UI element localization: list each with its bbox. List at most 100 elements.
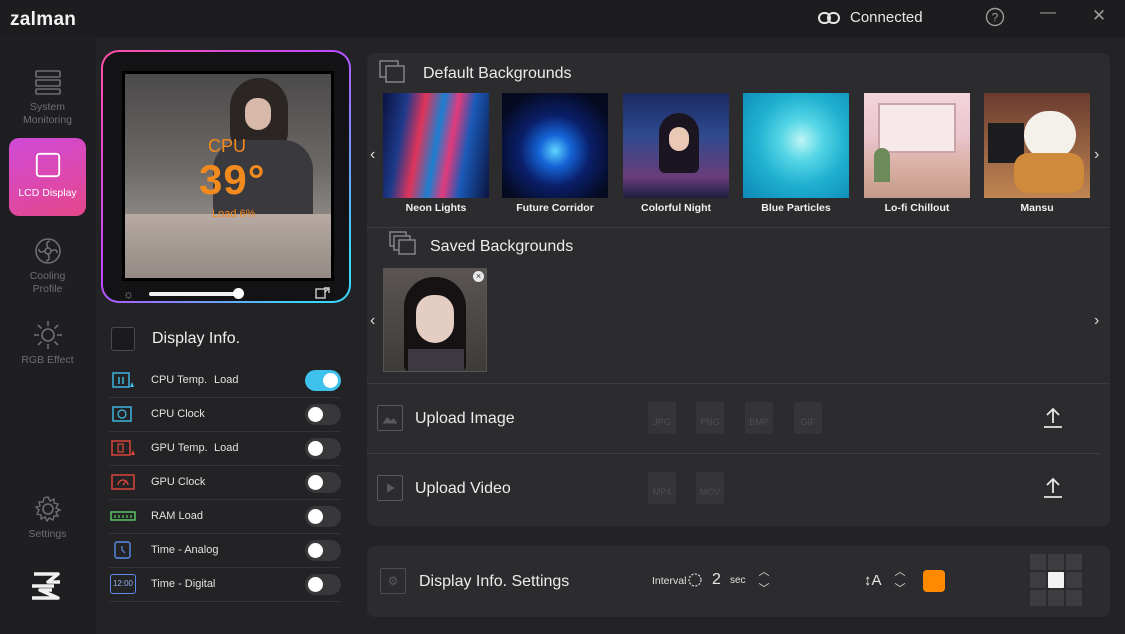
gpu-temp-toggle[interactable] [305,438,341,459]
gpu-clock-toggle[interactable] [305,472,341,493]
saved-backgrounds-icon [389,231,416,255]
upload-video-icon [377,475,403,501]
section-divider [367,383,1110,384]
sidebar-label-cooling-profile: Cooling Profile [29,270,66,295]
lcd-cpu-temp: 39° [199,156,266,203]
upload-image-button[interactable] [1042,406,1064,430]
interval-refresh-icon [688,573,702,587]
sidebar-item-system-monitoring[interactable]: System Monitoring [9,59,86,137]
minimize-button[interactable]: — [1036,4,1060,28]
bg-label-lofi-chillout: Lo-fi Chillout [884,202,950,214]
bg-label-neon-lights: Neon Lights [405,202,467,214]
lcd-preview-frame: CPU 39° Load 6% ☼ [101,50,351,303]
format-bmp-icon: BMP [745,402,773,434]
bg-thumb-colorful-night[interactable] [623,93,729,198]
brightness-slider-handle[interactable] [233,288,244,299]
sidebar-item-cooling-profile[interactable]: Cooling Profile [9,228,86,306]
sidebar-label-settings: Settings [28,528,67,540]
section-divider [367,453,1100,454]
position-bottom-center[interactable] [1048,590,1064,606]
section-divider [367,227,1110,228]
position-middle-right[interactable] [1066,572,1082,588]
rotate-screen-icon[interactable] [315,285,331,299]
cpu-temp-label: CPU Temp. [151,374,208,386]
close-button[interactable]: ✕ [1087,6,1111,30]
bg-thumb-future-corridor[interactable] [502,93,608,198]
bg-thumb-lofi-chillout[interactable] [864,93,970,198]
text-color-swatch[interactable] [923,570,945,592]
format-mov-icon: MOV [696,472,724,504]
ram-load-toggle[interactable] [305,506,341,527]
position-top-right[interactable] [1066,554,1082,570]
bg-thumb-neon-lights[interactable] [383,93,489,198]
font-size-down-button[interactable]: ﹀ [892,583,908,596]
display-info-row-time-analog: Time - Analog [109,534,341,568]
sidebar-item-lcd-display[interactable]: LCD Display [9,138,86,216]
bg-thumb-mansu[interactable] [984,93,1090,198]
brightness-icon: ☼ [123,287,134,301]
cpu-temp-icon [112,372,134,388]
display-info-title: Display Info. [152,330,241,347]
display-info-row-ram-load: RAM Load [109,500,341,534]
preview-background-blanket [125,214,331,278]
cpu-clock-toggle[interactable] [305,404,341,425]
upload-image-title: Upload Image [415,410,515,427]
settings-gear-icon: ⚙ [380,568,406,594]
sidebar-item-rgb-effect[interactable]: RGB Effect [9,312,86,390]
position-middle-left[interactable] [1030,572,1046,588]
sun-icon [33,321,62,349]
display-info-row-cpu-clock: CPU Clock [109,398,341,432]
format-jpg-icon: JPG [648,402,676,434]
interval-up-button[interactable]: ︿ [756,566,772,579]
svg-text:?: ? [992,11,999,25]
display-info-checkbox[interactable] [111,327,135,351]
gpu-temp-load-label: Load [214,442,239,454]
title-bar: zalman Connected ? — ✕ [0,0,1125,38]
position-bottom-right[interactable] [1066,590,1082,606]
default-bg-prev-arrow[interactable]: ‹ [370,146,375,164]
bg-label-future-corridor: Future Corridor [516,202,594,214]
position-top-center[interactable] [1048,554,1064,570]
zalman-logo: zalman [10,9,77,30]
saved-bg-thumb[interactable] [383,268,487,372]
font-size-up-button[interactable]: ︿ [892,566,908,579]
ram-icon [110,511,136,521]
backgrounds-panel: Default Backgrounds ‹ Neon Lights Future… [367,53,1110,526]
sidebar-label-rgb-effect: RGB Effect [21,354,74,366]
cpu-temp-load-label: Load [214,374,239,386]
sidebar-item-settings[interactable]: Settings [9,486,86,564]
help-button[interactable]: ? [983,7,1007,31]
time-digital-toggle[interactable] [305,574,341,595]
position-top-left[interactable] [1030,554,1046,570]
display-info-row-cpu-temp: CPU Temp. Load [109,364,341,398]
clock-digital-icon: 12:00 [110,574,136,594]
cpu-clock-icon [112,406,132,422]
position-middle-center[interactable] [1048,572,1064,588]
lcd-cpu-load: Load 6% [212,208,256,220]
cpu-temp-toggle[interactable] [305,370,341,391]
zalman-z-icon [32,572,60,600]
display-info-row-gpu-clock: GPU Clock [109,466,341,500]
upload-video-title: Upload Video [415,480,511,497]
position-bottom-left[interactable] [1030,590,1046,606]
display-info-settings-title: Display Info. Settings [419,573,570,590]
time-analog-toggle[interactable] [305,540,341,561]
time-digital-label: Time - Digital [151,578,216,590]
brightness-slider[interactable] [149,292,239,296]
font-size-icon: ↕A [864,572,882,589]
interval-value[interactable]: 2 [712,571,721,589]
saved-bg-next-arrow[interactable]: › [1094,312,1099,330]
display-info-row-time-digital: 12:00 Time - Digital [109,568,341,602]
saved-bg-prev-arrow[interactable]: ‹ [370,312,375,330]
interval-unit: sec [730,575,746,586]
format-mp4-icon: MP4 [648,472,676,504]
format-png-icon: PNG [696,402,724,434]
bg-thumb-blue-particles[interactable] [743,93,849,198]
interval-down-button[interactable]: ﹀ [756,583,772,596]
upload-video-button[interactable] [1042,476,1064,500]
time-analog-label: Time - Analog [151,544,219,556]
gpu-clock-icon [111,474,135,490]
text-position-grid [1030,554,1082,606]
default-bg-next-arrow[interactable]: › [1094,146,1099,164]
delete-saved-bg-icon[interactable]: × [473,271,484,282]
